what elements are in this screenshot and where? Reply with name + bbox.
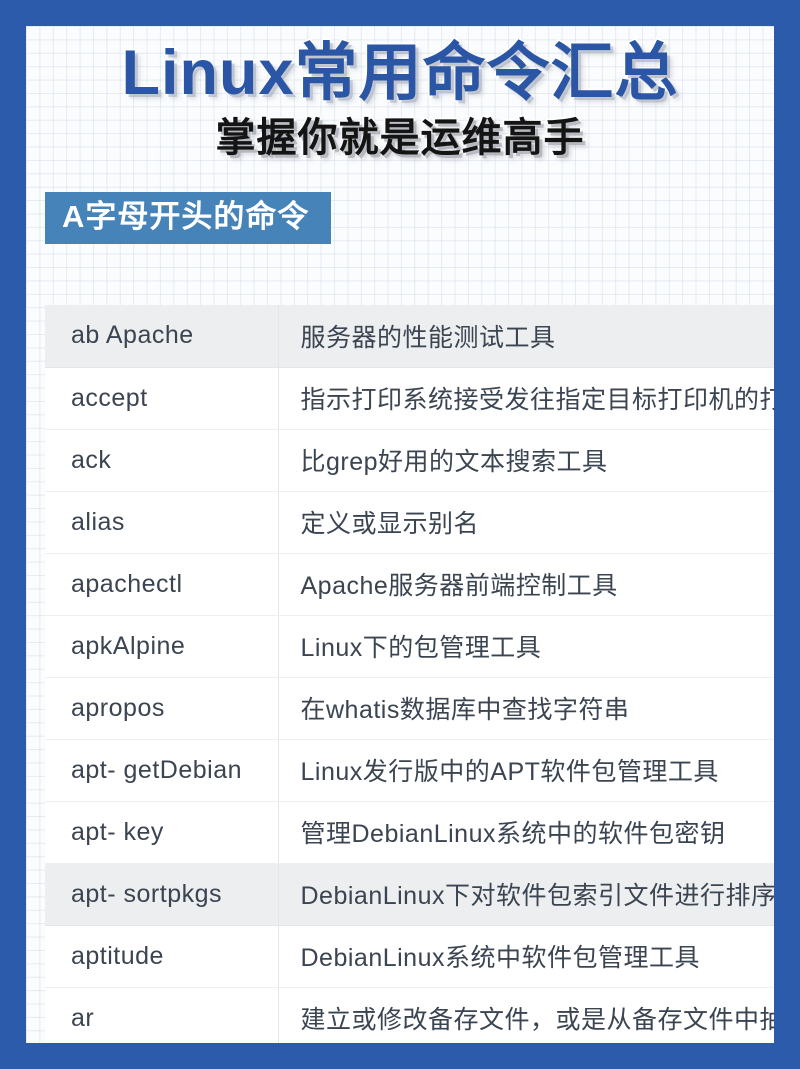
table-row: ack 比grep好用的文本搜索工具 [45,429,774,492]
command-description: 服务器的性能测试工具 [278,305,774,368]
command-description: Apache服务器前端控制工具 [278,553,774,616]
command-description: Linux下的包管理工具 [278,615,774,678]
poster-header: Linux常用命令汇总 掌握你就是运维高手 [26,26,774,162]
command-description: 指示打印系统接受发往指定目标打印机的打印任务 [278,367,774,430]
command-name: apt- key [45,801,279,864]
command-description: 在whatis数据库中查找字符串 [278,677,774,740]
table-row: apachectl Apache服务器前端控制工具 [45,553,774,616]
commands-table-body: ab Apache 服务器的性能测试工具 accept 指示打印系统接受发往指定… [45,305,774,1043]
command-name: alias [45,491,279,554]
table-row: aptitude DebianLinux系统中软件包管理工具 [45,925,774,988]
table-row: apt- sortpkgs DebianLinux下对软件包索引文件进行排序 [45,863,774,926]
table-row: ar 建立或修改备存文件，或是从备存文件中抽取文件 [45,987,774,1043]
table-row: alias 定义或显示别名 [45,491,774,554]
table-row: apt- getDebian Linux发行版中的APT软件包管理工具 [45,739,774,802]
command-name: ar [45,987,279,1043]
poster-frame: Linux常用命令汇总 掌握你就是运维高手 A字母开头的命令 ab Apache… [0,0,800,1069]
table-row: ab Apache 服务器的性能测试工具 [45,305,774,368]
section-header-a-commands: A字母开头的命令 [45,192,332,244]
table-row: apropos 在whatis数据库中查找字符串 [45,677,774,740]
command-name: ab Apache [45,305,279,368]
command-name: apt- sortpkgs [45,863,279,926]
table-row: apt- key 管理DebianLinux系统中的软件包密钥 [45,801,774,864]
command-name: apachectl [45,553,279,616]
command-description: 比grep好用的文本搜索工具 [278,429,774,492]
command-name: ack [45,429,279,492]
poster-sheet: Linux常用命令汇总 掌握你就是运维高手 A字母开头的命令 ab Apache… [26,26,774,1043]
command-name: apkAlpine [45,615,279,678]
command-name: accept [45,367,279,430]
command-description: DebianLinux系统中软件包管理工具 [278,925,774,988]
table-row: apkAlpine Linux下的包管理工具 [45,615,774,678]
command-description: Linux发行版中的APT软件包管理工具 [278,739,774,802]
page-title: Linux常用命令汇总 [120,38,679,108]
command-name: apt- getDebian [45,739,279,802]
table-row: accept 指示打印系统接受发往指定目标打印机的打印任务 [45,367,774,430]
page-subtitle: 掌握你就是运维高手 [214,115,585,162]
commands-table: ab Apache 服务器的性能测试工具 accept 指示打印系统接受发往指定… [45,305,774,1043]
command-description: 建立或修改备存文件，或是从备存文件中抽取文件 [278,987,774,1043]
command-description: 定义或显示别名 [278,491,774,554]
command-name: apropos [45,677,279,740]
command-name: aptitude [45,925,279,988]
command-description: DebianLinux下对软件包索引文件进行排序 [278,863,774,926]
command-description: 管理DebianLinux系统中的软件包密钥 [278,801,774,864]
